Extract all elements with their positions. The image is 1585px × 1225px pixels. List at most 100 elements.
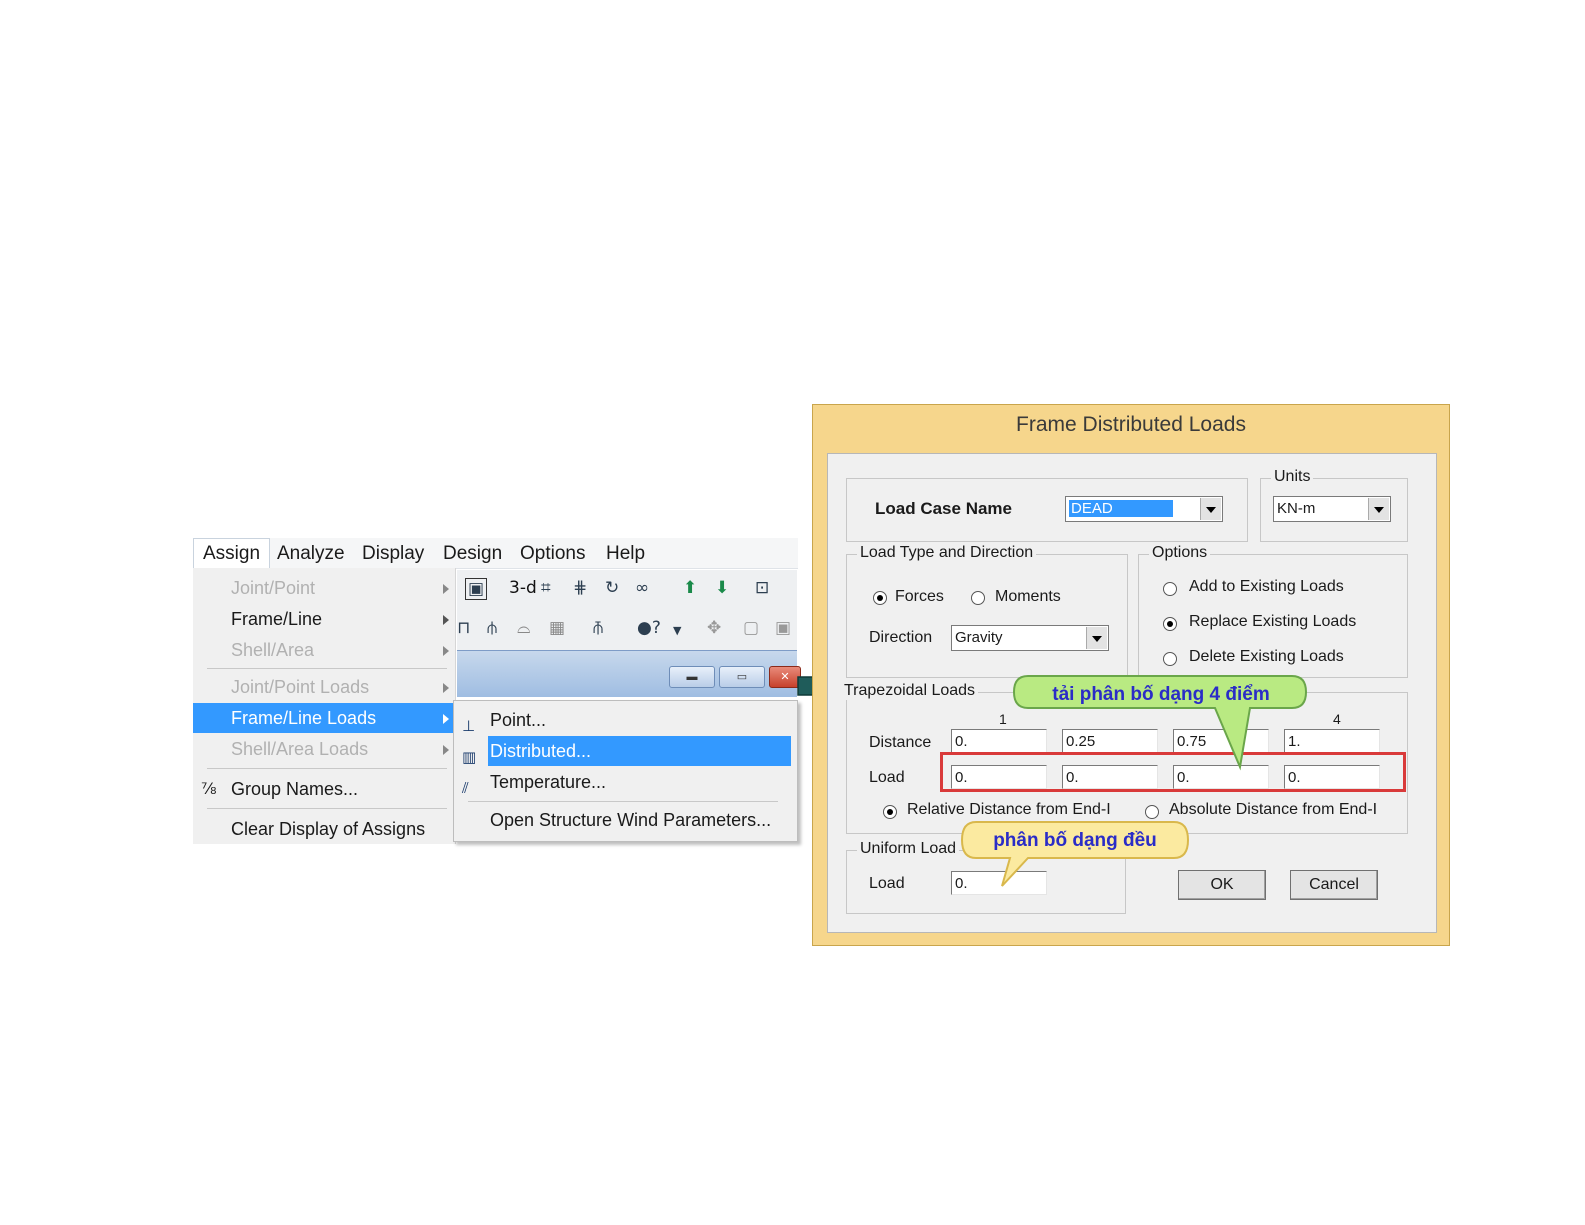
menu-item-shell-area-loads[interactable]: Shell/Area Loads bbox=[193, 734, 455, 764]
load-case-select[interactable]: DEAD bbox=[1065, 496, 1223, 522]
menu-separator bbox=[468, 801, 778, 802]
menu-item-label: Joint/Point Loads bbox=[231, 677, 370, 697]
units-select[interactable]: KN-m bbox=[1273, 496, 1391, 522]
submenu-arrow-icon bbox=[443, 615, 449, 625]
distance-label: Distance bbox=[869, 734, 932, 751]
delete-existing-label: Delete Existing Loads bbox=[1189, 648, 1344, 665]
frame-line-loads-submenu: ⊥ Point... ▥ Distributed... ⫽ Temperatur… bbox=[453, 700, 798, 842]
view-3d-button[interactable]: 3-d bbox=[509, 578, 537, 598]
moments-radio[interactable] bbox=[971, 591, 985, 605]
set-display-icon[interactable]: ▣ bbox=[465, 578, 488, 600]
uniform-load-label: Load bbox=[869, 875, 905, 892]
chevron-down-icon[interactable] bbox=[1086, 627, 1107, 649]
column-4-label: 4 bbox=[1333, 711, 1341, 727]
menu-item-joint-point[interactable]: Joint/Point bbox=[193, 573, 455, 603]
cancel-button[interactable]: Cancel bbox=[1290, 870, 1378, 900]
move-down-icon[interactable]: ⬇ bbox=[715, 578, 729, 598]
load-case-group: Load Case Name DEAD bbox=[846, 478, 1248, 542]
toolbar-row-2: ⊓ ⫛ ⌓ ▦ ⫚ ●? ▼ ✥ ▢ ▣ bbox=[457, 610, 797, 648]
toolbar-icon[interactable]: ▣ bbox=[775, 618, 791, 638]
options-title: Options bbox=[1149, 544, 1211, 562]
select-icon[interactable]: ⊡ bbox=[755, 578, 769, 598]
uniform-callout-text: phân bố dạng đều bbox=[993, 830, 1157, 851]
dialog-title: Frame Distributed Loads bbox=[1016, 413, 1246, 436]
temperature-icon: ⫽ bbox=[462, 779, 469, 797]
menu-item-clear-display-assigns[interactable]: Clear Display of Assigns bbox=[193, 814, 455, 844]
units-group: Units KN-m bbox=[1260, 468, 1408, 542]
units-title: Units bbox=[1271, 468, 1314, 486]
shape-icon[interactable]: ⌓ bbox=[517, 618, 530, 638]
menu-item-group-names[interactable]: ⅞ Group Names... bbox=[193, 774, 455, 804]
grid-icon[interactable]: ▦ bbox=[549, 618, 565, 638]
menu-item-frame-line[interactable]: Frame/Line bbox=[193, 604, 455, 634]
menu-item-label: Open Structure Wind Parameters... bbox=[490, 810, 772, 830]
direction-select[interactable]: Gravity bbox=[951, 625, 1109, 651]
design-icon[interactable]: ⫚ bbox=[593, 618, 603, 638]
menu-design[interactable]: Design bbox=[443, 543, 502, 565]
menu-separator bbox=[207, 668, 447, 669]
forces-radio[interactable] bbox=[873, 591, 887, 605]
replace-existing-label: Replace Existing Loads bbox=[1189, 613, 1357, 630]
absolute-distance-radio[interactable] bbox=[1145, 805, 1159, 819]
menu-item-temperature[interactable]: ⫽ Temperature... bbox=[458, 767, 792, 797]
submenu-arrow-icon bbox=[443, 683, 449, 693]
menu-assign[interactable]: Assign bbox=[193, 538, 271, 570]
toolbar-icon[interactable]: ▢ bbox=[743, 618, 759, 638]
menu-separator bbox=[207, 808, 447, 809]
menu-item-label: Shell/Area bbox=[231, 640, 315, 660]
submenu-arrow-icon bbox=[443, 714, 449, 724]
delete-existing-radio[interactable] bbox=[1163, 652, 1177, 666]
uniform-load-title: Uniform Load bbox=[857, 840, 960, 858]
relative-distance-radio[interactable] bbox=[883, 805, 897, 819]
dropdown-icon[interactable]: ▼ bbox=[673, 624, 681, 637]
rotate-icon[interactable]: ↻ bbox=[605, 578, 619, 598]
group-names-icon: ⅞ bbox=[201, 779, 217, 798]
direction-label: Direction bbox=[869, 629, 933, 646]
menu-item-distributed[interactable]: ▥ Distributed... bbox=[458, 736, 792, 766]
direction-value: Gravity bbox=[955, 629, 1003, 646]
help-icon[interactable]: ●? bbox=[637, 618, 661, 638]
replace-existing-radio[interactable] bbox=[1163, 617, 1177, 631]
menu-help[interactable]: Help bbox=[606, 543, 645, 565]
add-existing-radio[interactable] bbox=[1163, 582, 1177, 596]
menu-item-joint-point-loads[interactable]: Joint/Point Loads bbox=[193, 672, 455, 702]
menu-item-wind-parameters[interactable]: Open Structure Wind Parameters... bbox=[458, 805, 792, 835]
frame-releases-icon[interactable]: ⫛ bbox=[487, 618, 497, 638]
menu-item-label: Group Names... bbox=[231, 779, 359, 799]
load-case-value: DEAD bbox=[1069, 500, 1173, 517]
menu-item-point[interactable]: ⊥ Point... bbox=[458, 705, 792, 735]
add-existing-label: Add to Existing Loads bbox=[1189, 578, 1344, 595]
assign-menu: Joint/Point Frame/Line Shell/Area Joint/… bbox=[193, 568, 456, 844]
forces-label: Forces bbox=[895, 588, 944, 605]
submenu-arrow-icon bbox=[443, 584, 449, 594]
menu-analyze[interactable]: Analyze bbox=[277, 543, 345, 565]
toolbar-icon[interactable]: ✥ bbox=[707, 618, 721, 638]
toolbar: ▣ 3-d ⌗ ⋕ ↻ ∞ ⬆ ⬇ ⊡ ⊓ ⫛ ⌓ ▦ ⫚ ●? ▼ ✥ ▢ ▣ bbox=[457, 570, 797, 650]
view-xz-icon[interactable]: ⋕ bbox=[573, 578, 587, 598]
units-value: KN-m bbox=[1277, 500, 1316, 517]
move-up-icon[interactable]: ⬆ bbox=[683, 578, 697, 598]
perspective-icon[interactable]: ∞ bbox=[635, 578, 649, 598]
minimize-icon[interactable]: ▬ bbox=[669, 666, 715, 688]
window-title-strip: ▬ ▭ ✕ bbox=[457, 650, 801, 697]
menu-display[interactable]: Display bbox=[362, 543, 424, 565]
menu-item-label: Frame/Line bbox=[231, 609, 323, 629]
absolute-distance-label: Absolute Distance from End-I bbox=[1169, 801, 1378, 818]
maximize-icon[interactable]: ▭ bbox=[719, 666, 765, 688]
menu-item-frame-line-loads[interactable]: Frame/Line Loads bbox=[193, 703, 455, 733]
chevron-down-icon[interactable] bbox=[1200, 498, 1221, 520]
moments-label: Moments bbox=[995, 588, 1061, 605]
menu-item-label: Point... bbox=[490, 710, 547, 730]
load-type-title: Load Type and Direction bbox=[857, 544, 1037, 562]
menu-item-label: Clear Display of Assigns bbox=[231, 819, 426, 839]
submenu-arrow-icon bbox=[443, 745, 449, 755]
view-xy-icon[interactable]: ⌗ bbox=[541, 578, 551, 598]
menu-item-label: Shell/Area Loads bbox=[231, 739, 369, 759]
options-group: Options Add to Existing Loads Replace Ex… bbox=[1138, 544, 1408, 678]
toolbar-icon[interactable]: ⊓ bbox=[457, 618, 470, 638]
chevron-down-icon[interactable] bbox=[1368, 498, 1389, 520]
uniform-callout-bubble bbox=[960, 821, 1190, 887]
menu-item-shell-area[interactable]: Shell/Area bbox=[193, 635, 455, 665]
menu-separator bbox=[207, 768, 447, 769]
menu-options[interactable]: Options bbox=[520, 543, 585, 565]
